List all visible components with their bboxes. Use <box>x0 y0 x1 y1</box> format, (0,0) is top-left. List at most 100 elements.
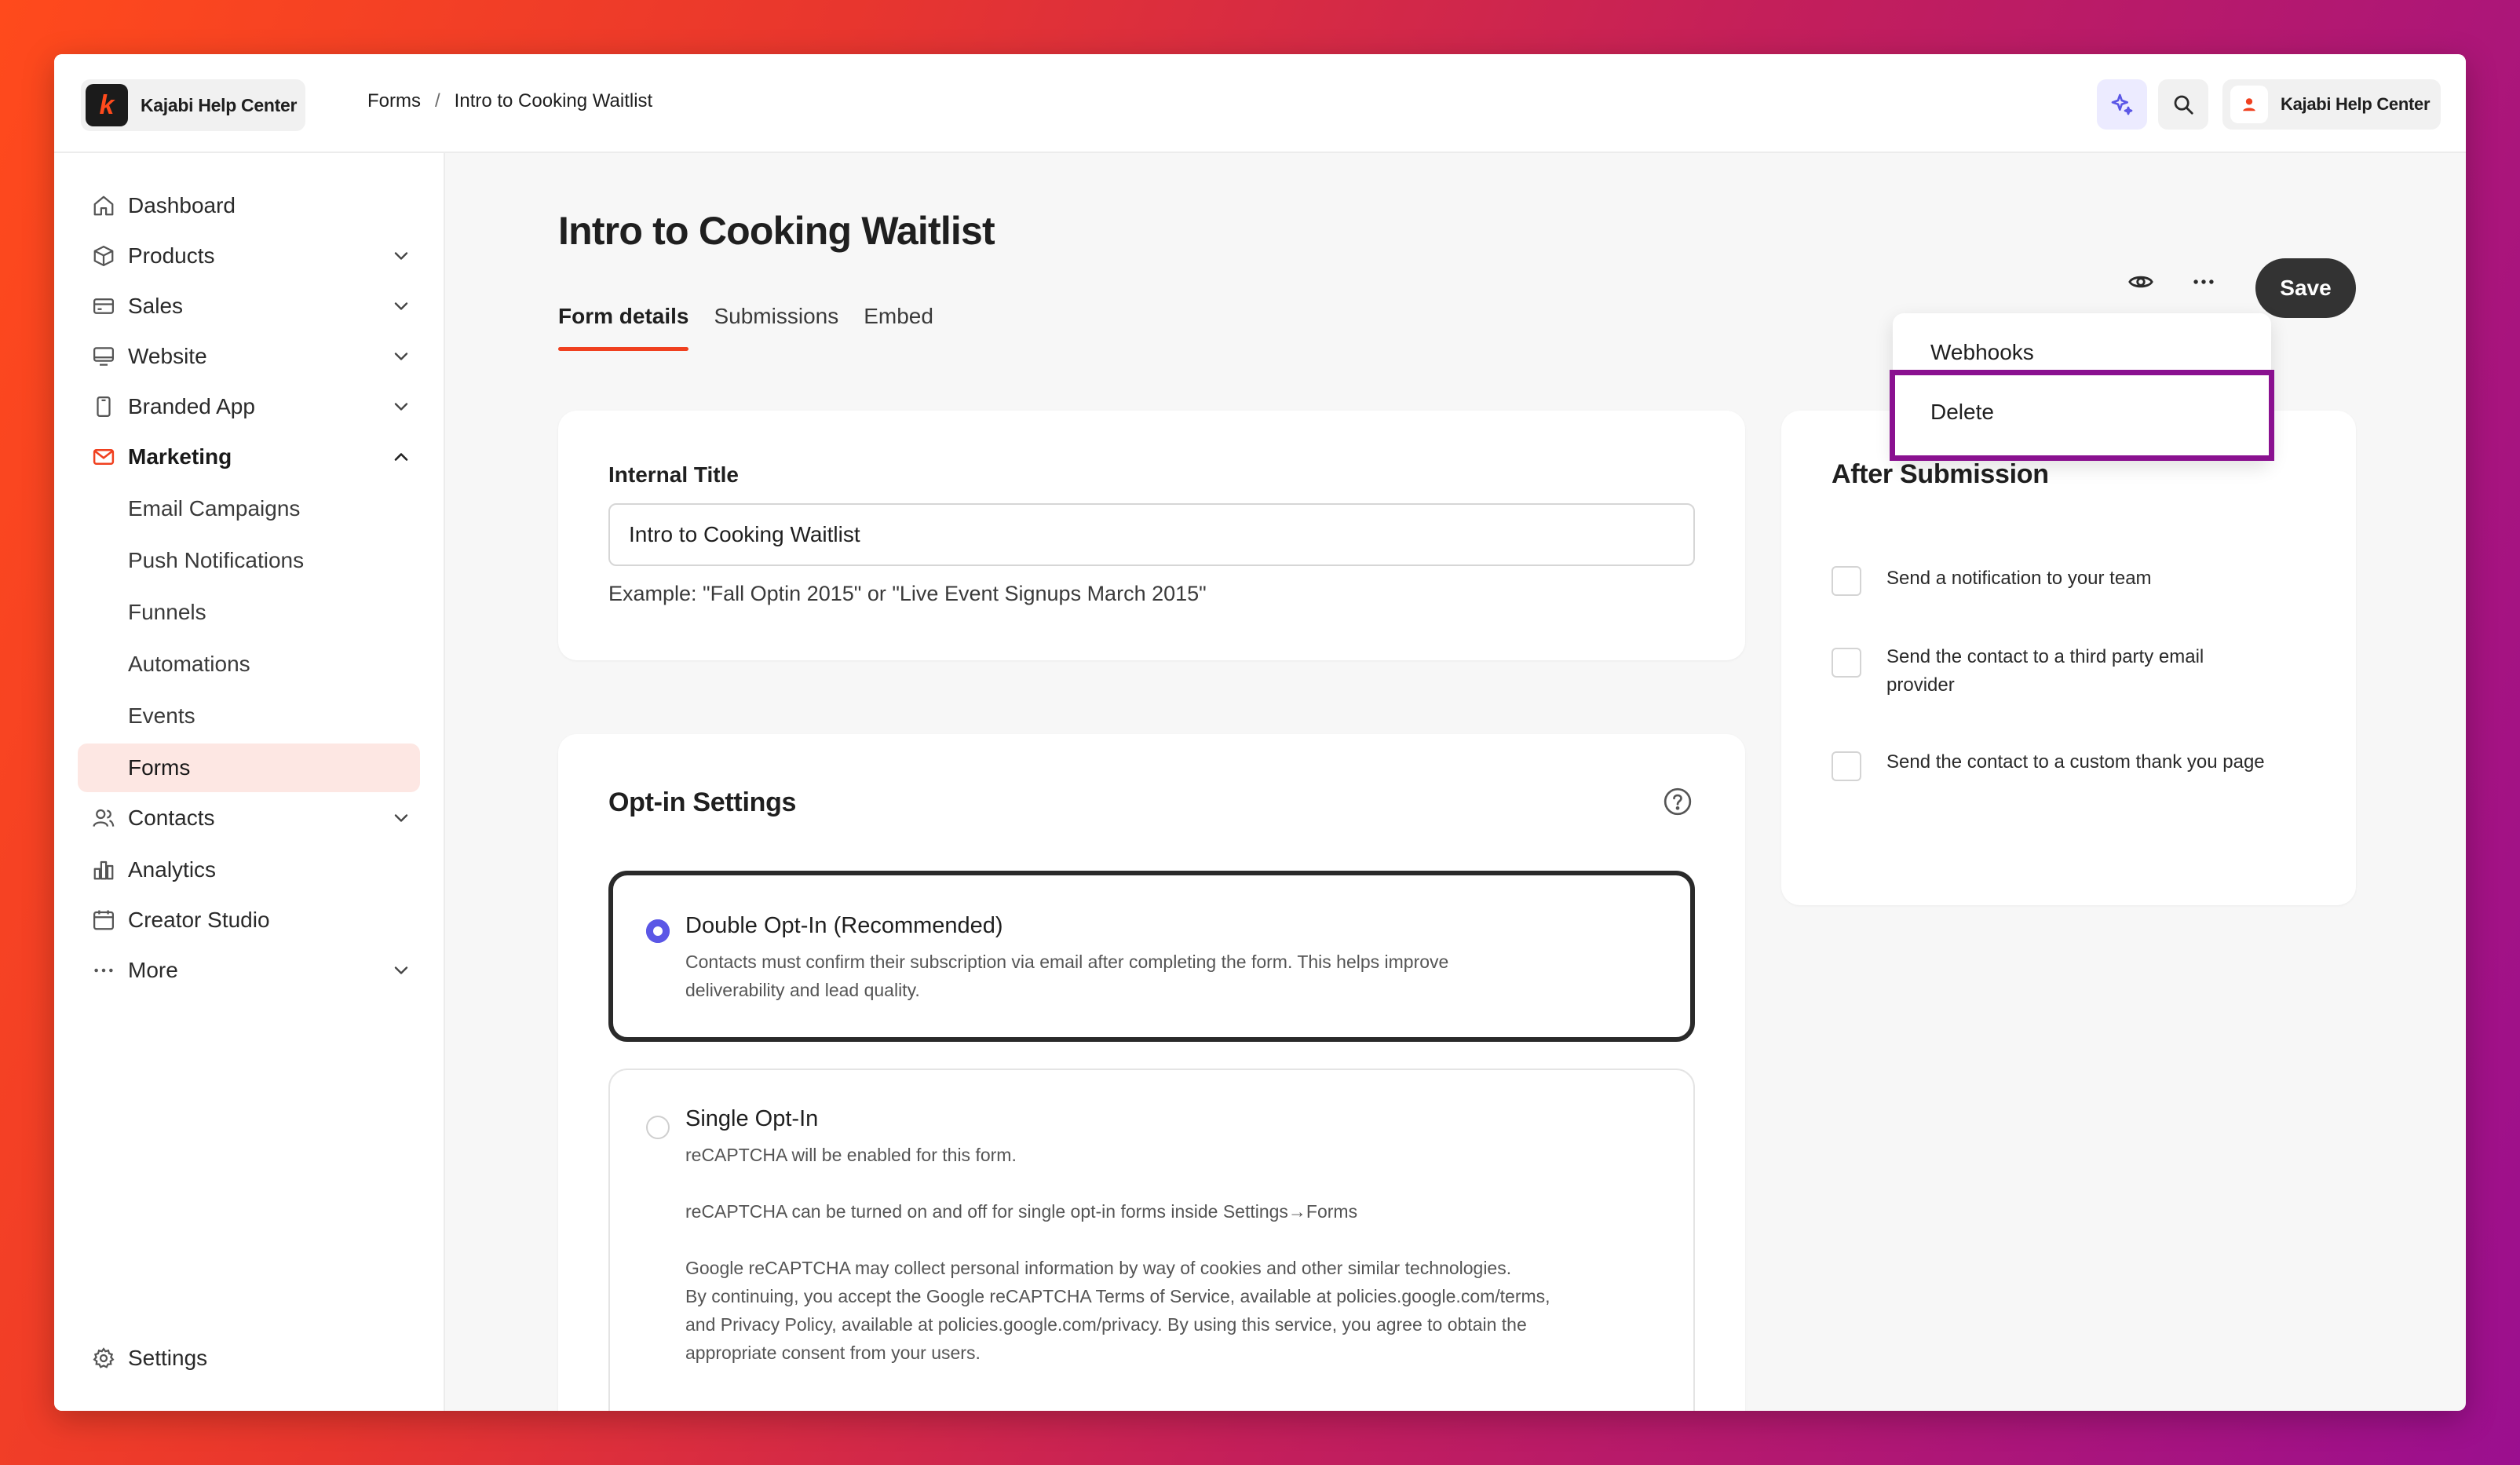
tab-bar: Form details Submissions Embed <box>558 304 933 351</box>
ai-assistant-button[interactable] <box>2097 79 2147 130</box>
sidebar-item-label: Sales <box>128 294 184 318</box>
home-icon <box>93 195 114 216</box>
sidebar-item-branded-app[interactable]: Branded App <box>78 382 420 431</box>
third-party-email-checkbox[interactable] <box>1832 648 1861 678</box>
single-optin-text-4: By continuing, you accept the Google reC… <box>685 1286 1550 1306</box>
sidebar-item-website[interactable]: Website <box>78 332 420 381</box>
sidebar-item-marketing[interactable]: Marketing <box>78 433 420 481</box>
single-optin-text-2: reCAPTCHA can be turned on and off for s… <box>685 1201 1358 1222</box>
eye-icon <box>2128 276 2153 288</box>
chevron-down-icon <box>394 252 408 260</box>
page-title: Intro to Cooking Waitlist <box>558 209 995 253</box>
sidebar-subitem-events[interactable]: Events <box>78 692 420 740</box>
sidebar-subitem-automations[interactable]: Automations <box>78 640 420 689</box>
double-optin-description-line-1: Contacts must confirm their subscription… <box>685 952 1449 972</box>
sidebar-item-label: Settings <box>128 1346 208 1370</box>
double-optin-radio[interactable] <box>646 919 670 943</box>
sidebar: Dashboard Products Sales Website Branded… <box>54 153 445 1411</box>
mail-icon <box>93 449 115 465</box>
preview-button[interactable] <box>2125 266 2157 298</box>
single-optin-text-6: appropriate consent from your users. <box>685 1343 981 1363</box>
single-optin-text-3: Google reCAPTCHA may collect personal in… <box>685 1258 1512 1278</box>
highlight-annotation <box>1890 370 2274 461</box>
box-icon <box>93 246 114 266</box>
account-menu-button[interactable]: Kajabi Help Center <box>2222 79 2441 130</box>
chevron-down-icon <box>394 403 408 411</box>
search-button[interactable] <box>2158 79 2208 130</box>
double-optin-title: Double Opt-In (Recommended) <box>685 913 1003 938</box>
sidebar-item-contacts[interactable]: Contacts <box>78 794 420 842</box>
phone-icon <box>97 396 111 417</box>
single-optin-title: Single Opt-In <box>685 1106 819 1131</box>
chevron-down-icon <box>394 814 408 822</box>
internal-title-label: Internal Title <box>608 462 739 487</box>
sidebar-item-dashboard[interactable]: Dashboard <box>78 181 420 230</box>
breadcrumb: Forms / Intro to Cooking Waitlist <box>367 90 652 112</box>
chevron-down-icon <box>394 302 408 310</box>
chevron-up-icon <box>394 453 408 461</box>
breadcrumb-forms-link[interactable]: Forms <box>367 90 421 112</box>
breadcrumb-separator: / <box>435 90 440 111</box>
sidebar-item-creator-studio[interactable]: Creator Studio <box>78 896 420 944</box>
sidebar-item-sales[interactable]: Sales <box>78 282 420 331</box>
kajabi-logo-icon: k <box>86 84 128 126</box>
single-optin-text-1: reCAPTCHA will be enabled for this form. <box>685 1145 1017 1165</box>
dots-icon <box>94 968 113 973</box>
thank-you-page-label: Send the contact to a custom thank you p… <box>1886 751 2265 773</box>
breadcrumb-current: Intro to Cooking Waitlist <box>454 90 653 111</box>
tab-submissions[interactable]: Submissions <box>714 304 838 351</box>
tab-embed[interactable]: Embed <box>864 304 933 351</box>
calendar-icon <box>93 910 114 930</box>
app-window: k Kajabi Help Center Forms / Intro to Co… <box>54 54 2466 1411</box>
notify-team-checkbox[interactable] <box>1832 566 1861 596</box>
menu-item-webhooks[interactable]: Webhooks <box>1930 340 2034 365</box>
help-button[interactable] <box>1662 786 1693 817</box>
single-optin-radio[interactable] <box>646 1116 670 1139</box>
sidebar-item-label: Contacts <box>128 806 215 830</box>
tab-form-details[interactable]: Form details <box>558 304 689 351</box>
search-icon <box>2174 95 2193 115</box>
sidebar-item-products[interactable]: Products <box>78 232 420 280</box>
sidebar-item-label: Branded App <box>128 394 255 418</box>
sidebar-subitem-funnels[interactable]: Funnels <box>78 588 420 637</box>
third-party-email-label-line-2: provider <box>1886 674 1955 696</box>
sidebar-item-label: Marketing <box>128 444 232 469</box>
user-icon <box>2243 98 2255 111</box>
chevron-down-icon <box>394 353 408 360</box>
ellipsis-icon <box>2193 279 2214 284</box>
chevron-down-icon <box>394 966 408 974</box>
sparkle-icon <box>2111 93 2133 115</box>
thank-you-page-checkbox[interactable] <box>1832 751 1861 781</box>
sidebar-item-analytics[interactable]: Analytics <box>78 846 420 894</box>
sidebar-item-label: Website <box>128 344 207 368</box>
third-party-email-label-line-1: Send the contact to a third party email <box>1886 646 2204 667</box>
save-button[interactable]: Save <box>2255 258 2356 318</box>
sidebar-item-label: More <box>128 958 178 982</box>
site-name: Kajabi Help Center <box>141 94 298 115</box>
bar-chart-icon <box>93 860 114 880</box>
single-optin-text-5: and Privacy Policy, available at policie… <box>685 1314 1527 1335</box>
sidebar-item-label: Analytics <box>128 857 217 882</box>
site-switcher[interactable]: k Kajabi Help Center <box>81 79 305 131</box>
more-options-button[interactable] <box>2188 266 2219 298</box>
monitor-icon <box>93 347 114 366</box>
sidebar-subitem-forms[interactable]: Forms <box>78 743 420 792</box>
gear-icon <box>93 1347 115 1368</box>
users-icon <box>93 809 115 827</box>
avatar <box>2230 86 2268 123</box>
optin-settings-title: Opt-in Settings <box>608 787 797 817</box>
sidebar-item-settings[interactable]: Settings <box>78 1334 420 1383</box>
sidebar-item-label: Dashboard <box>128 193 236 217</box>
account-name: Kajabi Help Center <box>2281 94 2431 114</box>
sidebar-subitem-email-campaigns[interactable]: Email Campaigns <box>78 484 420 533</box>
internal-title-input[interactable]: Intro to Cooking Waitlist <box>608 503 1695 566</box>
credit-card-icon <box>93 298 114 314</box>
top-bar: k Kajabi Help Center Forms / Intro to Co… <box>54 54 2466 153</box>
internal-title-hint: Example: "Fall Optin 2015" or "Live Even… <box>608 582 1207 605</box>
help-circle-icon <box>1664 787 1692 816</box>
notify-team-label: Send a notification to your team <box>1886 568 2152 589</box>
sidebar-item-more[interactable]: More <box>78 946 420 995</box>
sidebar-subitem-push-notifications[interactable]: Push Notifications <box>78 536 420 585</box>
sidebar-item-label: Creator Studio <box>128 908 270 932</box>
double-optin-description-line-2: deliverability and lead quality. <box>685 980 920 1000</box>
